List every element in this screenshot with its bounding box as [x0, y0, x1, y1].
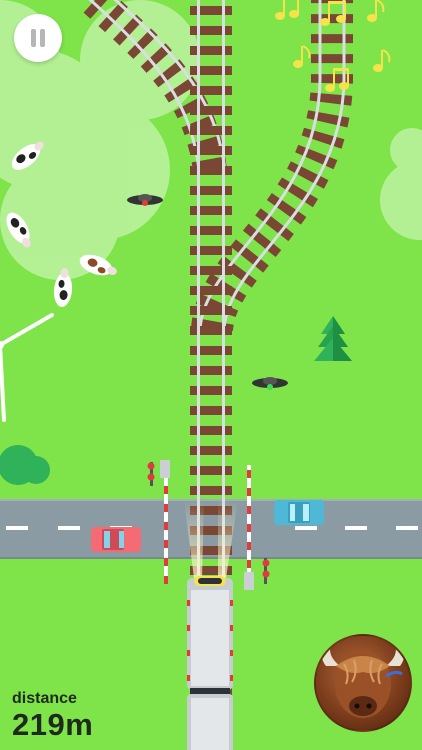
train: [187, 576, 233, 750]
car-red: [91, 527, 141, 552]
pause-icon-bar-right: [40, 29, 45, 47]
distance-value: 219m: [12, 707, 94, 742]
highland-cow-avatar: [314, 634, 412, 732]
game-scene: distance 219m: [0, 0, 422, 750]
crossing-barrier-left: [164, 478, 168, 584]
highland-cow-icon: [321, 642, 405, 718]
pause-icon-bar-left: [31, 29, 36, 47]
distance-hud: distance 219m: [12, 690, 93, 742]
distance-label: distance: [12, 690, 77, 707]
car-blue: [274, 500, 324, 525]
pause-button[interactable]: [14, 14, 62, 62]
